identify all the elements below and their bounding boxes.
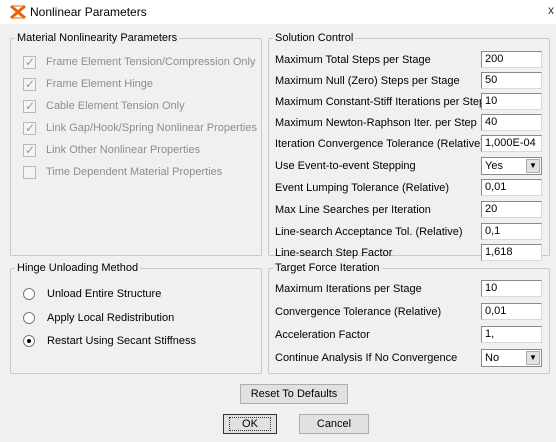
chevron-down-icon[interactable]: ▼ bbox=[526, 159, 540, 173]
param-label: Line-search Acceptance Tol. (Relative) bbox=[275, 226, 463, 238]
checkbox-box[interactable]: ✓ bbox=[23, 76, 36, 91]
group-legend: Material Nonlinearity Parameters bbox=[17, 32, 178, 44]
checkmark-icon: ✓ bbox=[25, 120, 36, 135]
event-lumping-tolerance-input[interactable]: 0,01 bbox=[481, 179, 542, 196]
max-newton-raphson-input[interactable]: 40 bbox=[481, 114, 542, 131]
radio-button[interactable] bbox=[23, 288, 35, 300]
checkbox-link-gap-hook-spring[interactable]: ✓ Link Gap/Hook/Spring Nonlinear Propert… bbox=[23, 120, 257, 136]
close-button[interactable]: x bbox=[548, 3, 554, 17]
max-iterations-per-stage-input[interactable]: 10 bbox=[481, 280, 542, 297]
window-title: Nonlinear Parameters bbox=[30, 5, 147, 19]
chevron-down-icon[interactable]: ▼ bbox=[526, 351, 540, 365]
checkbox-frame-hinge[interactable]: ✓ Frame Element Hinge bbox=[23, 76, 153, 92]
param-label: Event Lumping Tolerance (Relative) bbox=[275, 182, 450, 194]
param-label: Maximum Iterations per Stage bbox=[275, 283, 422, 295]
continue-analysis-select[interactable]: No ▼ bbox=[481, 349, 542, 367]
checkbox-label: Link Other Nonlinear Properties bbox=[46, 144, 201, 156]
param-label: Maximum Constant-Stiff Iterations per St… bbox=[275, 96, 486, 108]
group-legend: Solution Control bbox=[275, 32, 354, 44]
max-line-searches-input[interactable]: 20 bbox=[481, 201, 542, 218]
checkbox-label: Time Dependent Material Properties bbox=[46, 166, 223, 178]
max-total-steps-input[interactable]: 200 bbox=[481, 51, 542, 68]
material-nonlinearity-group: Material Nonlinearity Parameters ✓ Frame… bbox=[10, 32, 262, 256]
param-label: Max Line Searches per Iteration bbox=[275, 204, 431, 216]
checkbox-frame-tension-compression[interactable]: ✓ Frame Element Tension/Compression Only bbox=[23, 54, 256, 70]
max-null-steps-input[interactable]: 50 bbox=[481, 72, 542, 89]
ok-button[interactable]: OK bbox=[223, 414, 277, 434]
param-label: Continue Analysis If No Convergence bbox=[275, 352, 458, 364]
param-label: Acceleration Factor bbox=[275, 329, 370, 341]
checkbox-label: Frame Element Hinge bbox=[46, 78, 153, 90]
dialog-body: Material Nonlinearity Parameters ✓ Frame… bbox=[0, 24, 556, 442]
max-constant-stiff-iterations-input[interactable]: 10 bbox=[481, 93, 542, 110]
radio-label: Apply Local Redistribution bbox=[47, 312, 175, 324]
checkmark-icon: ✓ bbox=[25, 98, 36, 113]
reset-to-defaults-button[interactable]: Reset To Defaults bbox=[240, 384, 348, 404]
checkbox-link-other-nonlinear[interactable]: ✓ Link Other Nonlinear Properties bbox=[23, 142, 200, 158]
sap-app-icon bbox=[10, 5, 26, 19]
acceleration-factor-input[interactable]: 1, bbox=[481, 326, 542, 343]
cancel-button[interactable]: Cancel bbox=[299, 414, 369, 434]
event-to-event-stepping-select[interactable]: Yes ▼ bbox=[481, 157, 542, 175]
checkbox-box[interactable]: ✓ bbox=[23, 142, 36, 157]
group-legend: Hinge Unloading Method bbox=[17, 262, 139, 274]
radio-button[interactable] bbox=[23, 335, 35, 347]
solution-control-group: Solution Control Maximum Total Steps per… bbox=[268, 32, 550, 261]
param-label: Iteration Convergence Tolerance (Relativ… bbox=[275, 138, 484, 150]
checkmark-icon: ✓ bbox=[25, 142, 36, 157]
hinge-unloading-group: Hinge Unloading Method Unload Entire Str… bbox=[10, 262, 262, 374]
radio-restart-secant-stiffness[interactable]: Restart Using Secant Stiffness bbox=[23, 333, 196, 349]
param-label: Convergence Tolerance (Relative) bbox=[275, 306, 442, 318]
checkbox-box[interactable]: ✓ bbox=[23, 98, 36, 113]
checkbox-time-dependent[interactable]: Time Dependent Material Properties bbox=[23, 164, 222, 180]
ok-button-label: OK bbox=[229, 417, 271, 431]
select-value: No bbox=[485, 352, 500, 364]
checkmark-icon: ✓ bbox=[25, 54, 36, 69]
checkbox-box[interactable] bbox=[23, 165, 36, 179]
param-label: Maximum Null (Zero) Steps per Stage bbox=[275, 75, 460, 87]
checkbox-box[interactable]: ✓ bbox=[23, 120, 36, 135]
param-label: Maximum Newton-Raphson Iter. per Step bbox=[275, 117, 477, 129]
line-search-acceptance-input[interactable]: 0,1 bbox=[481, 223, 542, 240]
checkbox-label: Frame Element Tension/Compression Only bbox=[46, 56, 256, 68]
radio-button[interactable] bbox=[23, 312, 35, 324]
checkbox-box[interactable]: ✓ bbox=[23, 54, 36, 69]
checkbox-label: Cable Element Tension Only bbox=[46, 100, 185, 112]
line-search-step-factor-input[interactable]: 1,618 bbox=[481, 244, 542, 261]
radio-unload-entire-structure[interactable]: Unload Entire Structure bbox=[23, 286, 161, 302]
checkbox-label: Link Gap/Hook/Spring Nonlinear Propertie… bbox=[46, 122, 257, 134]
checkmark-icon: ✓ bbox=[25, 76, 36, 91]
convergence-tolerance-input[interactable]: 0,01 bbox=[481, 303, 542, 320]
param-label: Maximum Total Steps per Stage bbox=[275, 54, 431, 66]
title-bar: Nonlinear Parameters x bbox=[0, 0, 556, 24]
select-value: Yes bbox=[485, 160, 503, 172]
radio-apply-local-redistribution[interactable]: Apply Local Redistribution bbox=[23, 310, 174, 326]
param-label: Line-search Step Factor bbox=[275, 247, 393, 259]
group-legend: Target Force Iteration bbox=[275, 262, 380, 274]
radio-selected-dot bbox=[27, 339, 31, 343]
radio-label: Unload Entire Structure bbox=[47, 288, 162, 300]
radio-label: Restart Using Secant Stiffness bbox=[47, 335, 196, 347]
target-force-iteration-group: Target Force Iteration Maximum Iteration… bbox=[268, 262, 550, 374]
iteration-convergence-tolerance-input[interactable]: 1,000E-04 bbox=[481, 135, 542, 152]
param-label: Use Event-to-event Stepping bbox=[275, 160, 416, 172]
checkbox-cable-tension-only[interactable]: ✓ Cable Element Tension Only bbox=[23, 98, 185, 114]
